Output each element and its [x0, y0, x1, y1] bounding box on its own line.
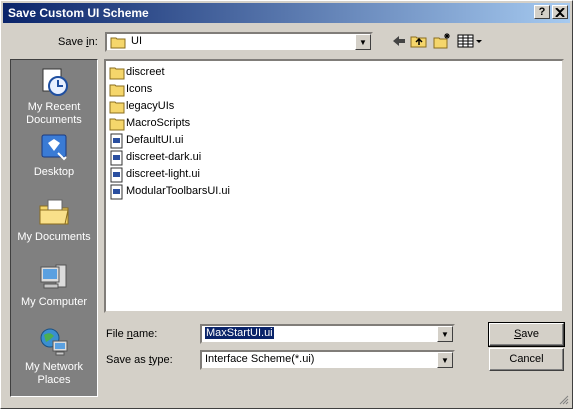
- place-label: Desktop: [33, 166, 75, 178]
- my-computer-icon: [40, 264, 67, 289]
- chevron-down-icon[interactable]: ▼: [437, 326, 453, 342]
- chevron-down-icon[interactable]: ▼: [437, 352, 453, 368]
- ui-file-icon: [110, 167, 123, 183]
- ui-file-icon: [110, 150, 123, 166]
- place-label: My Computer: [20, 296, 88, 308]
- folder-icon: [109, 84, 125, 97]
- window-title: Save Custom UI Scheme: [8, 6, 149, 20]
- up-folder-icon[interactable]: [410, 32, 428, 50]
- close-icon: [555, 7, 565, 18]
- place-label: My Recent Documents: [26, 101, 82, 126]
- file-name-label: File name:: [106, 328, 158, 340]
- my-documents-icon: [39, 199, 69, 225]
- chevron-down-icon[interactable]: ▼: [355, 34, 371, 50]
- save-as-type-label: Save as type:: [106, 354, 173, 366]
- save-in-label: Save in:: [58, 36, 98, 48]
- folder-icon: [109, 101, 125, 114]
- place-desktop[interactable]: Desktop: [11, 131, 97, 179]
- folder-icon: [109, 67, 125, 80]
- recent-documents-icon: [42, 68, 68, 96]
- place-my-documents[interactable]: My Documents: [11, 196, 97, 244]
- desktop-icon: [41, 134, 67, 161]
- folder-icon: [109, 118, 125, 131]
- view-menu-icon[interactable]: [457, 32, 483, 50]
- save-dialog: Save Custom UI Scheme ? Save in: UI ▼ My…: [0, 0, 573, 409]
- place-network-places[interactable]: My Network Places: [11, 326, 97, 387]
- folder-icon: [110, 37, 126, 49]
- file-name-input[interactable]: MaxStartUI.ui ▼: [200, 324, 455, 344]
- cancel-button[interactable]: Cancel: [489, 348, 564, 371]
- new-folder-icon[interactable]: [433, 32, 451, 50]
- place-recent-documents[interactable]: My Recent Documents: [11, 66, 97, 127]
- file-list[interactable]: discreet Icons legacyUIs MacroScripts De…: [104, 59, 564, 313]
- save-button[interactable]: Save: [488, 322, 565, 347]
- back-icon[interactable]: [390, 32, 408, 50]
- save-as-type-value: Interface Scheme(*.ui): [205, 353, 315, 365]
- place-label: My Documents: [17, 231, 91, 243]
- ui-file-icon: [110, 184, 123, 200]
- places-bar: My Recent Documents Desktop My Documents: [10, 59, 98, 397]
- file-name-value: MaxStartUI.ui: [205, 327, 274, 339]
- ui-file-icon: [110, 133, 123, 149]
- save-in-value: UI: [131, 35, 142, 47]
- close-button[interactable]: [552, 5, 568, 19]
- title-bar: Save Custom UI Scheme ?: [3, 3, 570, 23]
- save-in-combo[interactable]: UI ▼: [105, 32, 373, 52]
- place-my-computer[interactable]: My Computer: [11, 261, 97, 309]
- place-label: My Network Places: [24, 361, 84, 386]
- network-places-icon: [40, 328, 68, 356]
- save-as-type-select[interactable]: Interface Scheme(*.ui) ▼: [200, 350, 455, 370]
- help-button[interactable]: ?: [534, 5, 550, 19]
- resize-grip-icon[interactable]: [557, 393, 569, 405]
